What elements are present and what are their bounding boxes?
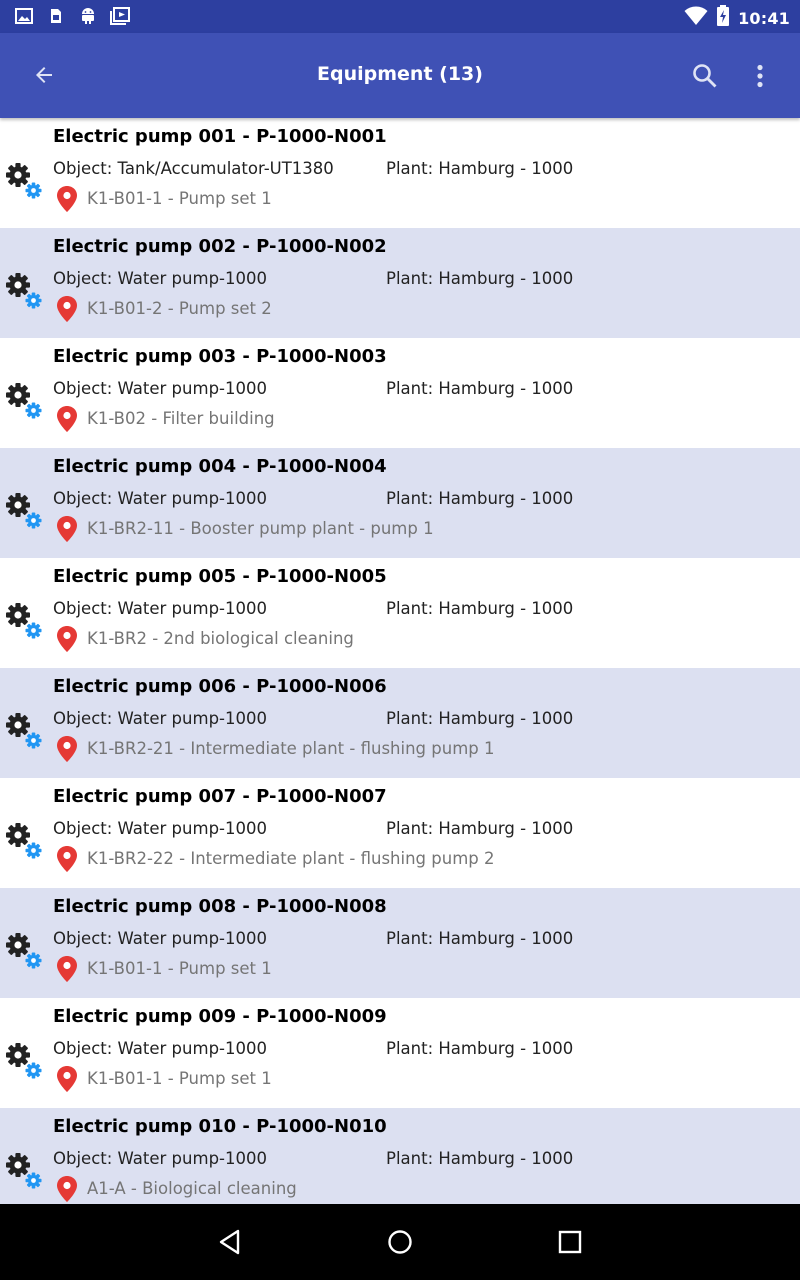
status-bar: 10:41 <box>0 0 800 33</box>
equipment-name: Electric pump 009 - P-1000-N009 <box>53 1006 387 1027</box>
equipment-location: K1-B01-1 - Pump set 1 <box>87 959 272 978</box>
status-time: 10:41 <box>738 8 790 28</box>
search-button[interactable] <box>684 55 726 97</box>
location-pin-icon <box>57 296 77 322</box>
equipment-name: Electric pump 005 - P-1000-N005 <box>53 566 387 587</box>
equipment-object: Object: Water pump-1000 <box>53 1149 267 1168</box>
equipment-row[interactable]: Electric pump 003 - P-1000-N003 Object: … <box>0 338 800 448</box>
nav-home-icon <box>388 1230 412 1254</box>
sim-card-icon <box>46 6 66 26</box>
equipment-object: Object: Tank/Accumulator-UT1380 <box>53 159 334 178</box>
equipment-plant: Plant: Hamburg - 1000 <box>386 379 574 398</box>
notification-icons <box>14 6 130 26</box>
search-icon <box>693 64 717 88</box>
equipment-location: K1-B01-1 - Pump set 1 <box>87 189 272 208</box>
equipment-name: Electric pump 010 - P-1000-N010 <box>53 1116 387 1137</box>
location-pin-icon <box>57 516 77 542</box>
equipment-name: Electric pump 006 - P-1000-N006 <box>53 676 387 697</box>
equipment-row[interactable]: Electric pump 005 - P-1000-N005 Object: … <box>0 558 800 668</box>
nav-back-button[interactable] <box>210 1222 250 1262</box>
gears-icon <box>6 1043 42 1079</box>
equipment-plant: Plant: Hamburg - 1000 <box>386 159 574 178</box>
equipment-name: Electric pump 002 - P-1000-N002 <box>53 236 387 257</box>
navigation-bar <box>0 1204 800 1280</box>
equipment-row[interactable]: Electric pump 006 - P-1000-N006 Object: … <box>0 668 800 778</box>
equipment-name: Electric pump 001 - P-1000-N001 <box>53 126 387 147</box>
nav-back-icon <box>219 1229 240 1255</box>
equipment-name: Electric pump 003 - P-1000-N003 <box>53 346 387 367</box>
battery-charging-icon <box>716 5 730 31</box>
gears-icon <box>6 713 42 749</box>
equipment-plant: Plant: Hamburg - 1000 <box>386 709 574 728</box>
location-pin-icon <box>57 626 77 652</box>
equipment-name: Electric pump 004 - P-1000-N004 <box>53 456 387 477</box>
equipment-plant: Plant: Hamburg - 1000 <box>386 599 574 618</box>
equipment-list: Electric pump 001 - P-1000-N001 Object: … <box>0 118 800 1204</box>
location-pin-icon <box>57 186 77 212</box>
equipment-object: Object: Water pump-1000 <box>53 929 267 948</box>
nav-recents-button[interactable] <box>550 1222 590 1262</box>
equipment-object: Object: Water pump-1000 <box>53 819 267 838</box>
equipment-object: Object: Water pump-1000 <box>53 379 267 398</box>
equipment-location: K1-BR2 - 2nd biological cleaning <box>87 629 354 648</box>
equipment-location: K1-BR2-11 - Booster pump plant - pump 1 <box>87 519 434 538</box>
gears-icon <box>6 1153 42 1189</box>
equipment-object: Object: Water pump-1000 <box>53 489 267 508</box>
gears-icon <box>6 933 42 969</box>
equipment-location: K1-BR2-22 - Intermediate plant - flushin… <box>87 849 495 868</box>
equipment-plant: Plant: Hamburg - 1000 <box>386 929 574 948</box>
gears-icon <box>6 493 42 529</box>
equipment-location: K1-B02 - Filter building <box>87 409 275 428</box>
equipment-location: K1-B01-2 - Pump set 2 <box>87 299 272 318</box>
android-icon <box>78 6 98 26</box>
location-pin-icon <box>57 1066 77 1092</box>
image-icon <box>14 6 34 26</box>
equipment-name: Electric pump 008 - P-1000-N008 <box>53 896 387 917</box>
gears-icon <box>6 163 42 199</box>
equipment-plant: Plant: Hamburg - 1000 <box>386 1149 574 1168</box>
gears-icon <box>6 273 42 309</box>
equipment-location: K1-BR2-21 - Intermediate plant - flushin… <box>87 739 495 758</box>
system-status: 10:41 <box>684 5 790 31</box>
equipment-row[interactable]: Electric pump 008 - P-1000-N008 Object: … <box>0 888 800 998</box>
location-pin-icon <box>57 956 77 982</box>
equipment-row[interactable]: Electric pump 007 - P-1000-N007 Object: … <box>0 778 800 888</box>
gears-icon <box>6 383 42 419</box>
equipment-row[interactable]: Electric pump 001 - P-1000-N001 Object: … <box>0 118 800 228</box>
app-bar: Equipment (13) <box>0 33 800 118</box>
page-title: Equipment (13) <box>317 63 483 85</box>
equipment-object: Object: Water pump-1000 <box>53 599 267 618</box>
overflow-menu-button[interactable] <box>740 55 780 97</box>
location-pin-icon <box>57 406 77 432</box>
equipment-location: K1-B01-1 - Pump set 1 <box>87 1069 272 1088</box>
equipment-row[interactable]: Electric pump 002 - P-1000-N002 Object: … <box>0 228 800 338</box>
nav-home-button[interactable] <box>380 1222 420 1262</box>
equipment-row[interactable]: Electric pump 009 - P-1000-N009 Object: … <box>0 998 800 1108</box>
equipment-name: Electric pump 007 - P-1000-N007 <box>53 786 387 807</box>
equipment-row[interactable]: Electric pump 004 - P-1000-N004 Object: … <box>0 448 800 558</box>
gears-icon <box>6 603 42 639</box>
equipment-plant: Plant: Hamburg - 1000 <box>386 489 574 508</box>
equipment-location: A1-A - Biological cleaning <box>87 1179 297 1198</box>
wifi-icon <box>684 6 708 30</box>
more-vert-icon <box>757 64 763 88</box>
equipment-object: Object: Water pump-1000 <box>53 269 267 288</box>
location-pin-icon <box>57 846 77 872</box>
equipment-object: Object: Water pump-1000 <box>53 709 267 728</box>
location-pin-icon <box>57 1176 77 1202</box>
nav-recents-icon <box>558 1230 582 1254</box>
gears-icon <box>6 823 42 859</box>
equipment-plant: Plant: Hamburg - 1000 <box>386 819 574 838</box>
equipment-plant: Plant: Hamburg - 1000 <box>386 1039 574 1058</box>
media-library-icon <box>110 6 130 26</box>
equipment-object: Object: Water pump-1000 <box>53 1039 267 1058</box>
location-pin-icon <box>57 736 77 762</box>
equipment-row[interactable]: Electric pump 010 - P-1000-N010 Object: … <box>0 1108 800 1204</box>
equipment-plant: Plant: Hamburg - 1000 <box>386 269 574 288</box>
